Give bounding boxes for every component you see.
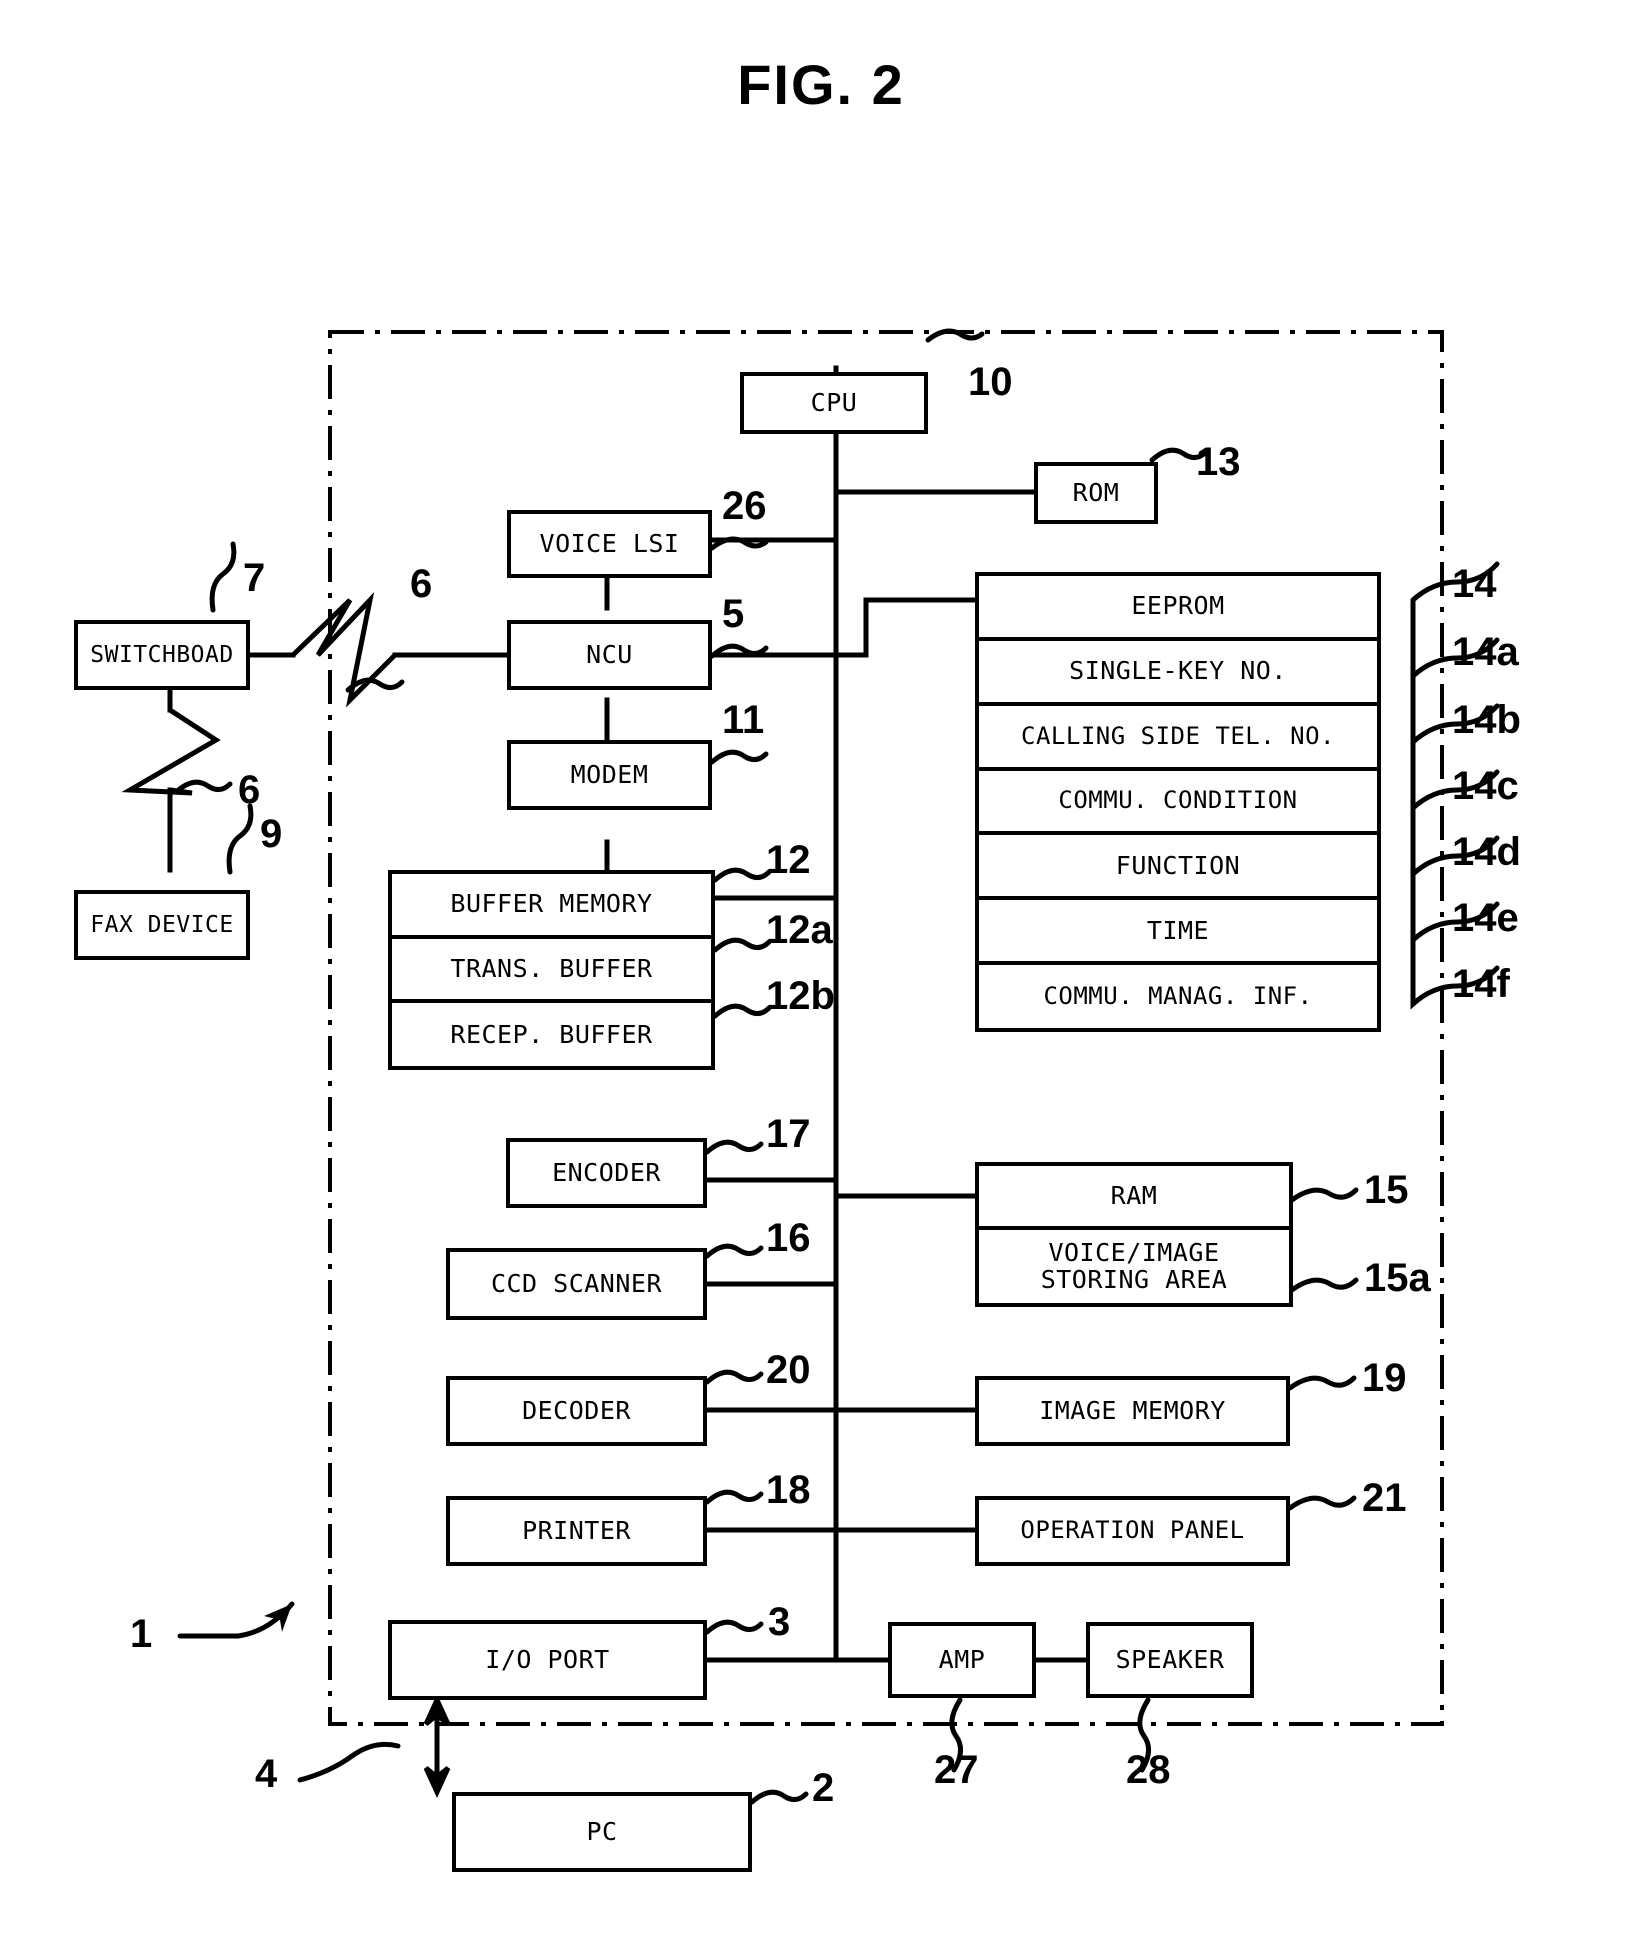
block-image-memory[interactable]: IMAGE MEMORY <box>975 1376 1290 1446</box>
cell-eeprom-label: EEPROM <box>1131 591 1225 621</box>
ref-6-lower: 6 <box>238 768 261 812</box>
block-cpu-label: CPU <box>810 387 858 417</box>
block-encoder[interactable]: ENCODER <box>506 1138 707 1208</box>
ref-6-upper: 6 <box>410 562 433 606</box>
block-rom-label: ROM <box>1072 477 1120 507</box>
block-ncu[interactable]: NCU <box>507 620 712 690</box>
block-ccd-scanner-label: CCD SCANNER <box>490 1268 663 1298</box>
ref-12a: 12a <box>766 908 833 952</box>
block-ccd-scanner[interactable]: CCD SCANNER <box>446 1248 707 1320</box>
ref-14a: 14a <box>1452 630 1519 674</box>
ref-14d: 14d <box>1452 830 1521 874</box>
ref-11: 11 <box>722 698 765 742</box>
block-io-port[interactable]: I/O PORT <box>388 1620 707 1700</box>
cell-recep-buffer-label: RECEP. BUFFER <box>450 1019 653 1049</box>
block-io-port-label: I/O PORT <box>485 1644 610 1674</box>
cell-calling-side-tel-no-label: CALLING SIDE TEL. NO. <box>1021 721 1335 750</box>
cell-ram-label: RAM <box>1110 1180 1158 1210</box>
ref-10: 10 <box>968 360 1013 404</box>
cell-voice-image-storing-area: VOICE/IMAGE STORING AREA <box>979 1230 1289 1303</box>
ref-18: 18 <box>766 1468 811 1512</box>
ref-26: 26 <box>722 484 767 528</box>
ref-3: 3 <box>768 1600 791 1644</box>
block-amp-label: AMP <box>938 1644 986 1674</box>
ref-12: 12 <box>766 838 811 882</box>
ref-14c: 14c <box>1452 764 1519 808</box>
block-pc-label: PC <box>586 1816 618 1846</box>
cell-single-key-no: SINGLE-KEY NO. <box>979 640 1377 706</box>
block-fax-device[interactable]: FAX DEVICE <box>74 890 250 960</box>
cell-commu-condition-label: COMMU. CONDITION <box>1058 786 1298 815</box>
ref-2: 2 <box>812 1766 835 1810</box>
cell-time: TIME <box>979 900 1377 966</box>
block-fax-device-label: FAX DEVICE <box>90 911 234 938</box>
ref-15: 15 <box>1364 1168 1409 1212</box>
block-voice-lsi-label: VOICE LSI <box>539 528 680 558</box>
stack-buffer-memory: BUFFER MEMORY TRANS. BUFFER RECEP. BUFFE… <box>388 870 715 1070</box>
ref-14e: 14e <box>1452 896 1519 940</box>
block-voice-lsi[interactable]: VOICE LSI <box>507 510 712 578</box>
block-operation-panel[interactable]: OPERATION PANEL <box>975 1496 1290 1566</box>
stack-eeprom: EEPROM SINGLE-KEY NO. CALLING SIDE TEL. … <box>975 572 1381 1032</box>
figure-title: FIG. 2 <box>737 53 905 116</box>
cell-trans-buffer: TRANS. BUFFER <box>392 938 711 1004</box>
ref-17: 17 <box>766 1112 811 1156</box>
block-speaker-label: SPEAKER <box>1115 1644 1225 1674</box>
block-rom[interactable]: ROM <box>1034 462 1158 524</box>
block-amp[interactable]: AMP <box>888 1622 1036 1698</box>
block-modem[interactable]: MODEM <box>507 740 712 810</box>
block-image-memory-label: IMAGE MEMORY <box>1039 1395 1226 1425</box>
ref-4: 4 <box>255 1752 278 1796</box>
block-operation-panel-label: OPERATION PANEL <box>1020 1516 1245 1545</box>
ref-14b: 14b <box>1452 698 1521 742</box>
cell-recep-buffer: RECEP. BUFFER <box>392 1003 711 1067</box>
ref-21: 21 <box>1362 1476 1407 1520</box>
stack-ram: RAM VOICE/IMAGE STORING AREA <box>975 1162 1293 1307</box>
block-speaker[interactable]: SPEAKER <box>1086 1622 1254 1698</box>
cell-time-label: TIME <box>1146 915 1210 945</box>
ref-20: 20 <box>766 1348 811 1392</box>
ref-13: 13 <box>1196 440 1241 484</box>
cell-calling-side-tel-no: CALLING SIDE TEL. NO. <box>979 705 1377 771</box>
ref-15a: 15a <box>1364 1256 1431 1300</box>
block-switchboard[interactable]: SWITCHBOAD <box>74 620 250 690</box>
cell-commu-manag-inf: COMMU. MANAG. INF. <box>979 965 1377 1028</box>
block-cpu[interactable]: CPU <box>740 372 928 434</box>
ref-9: 9 <box>260 812 283 856</box>
ref-27: 27 <box>934 1748 979 1792</box>
cell-eeprom: EEPROM <box>979 576 1377 641</box>
block-decoder[interactable]: DECODER <box>446 1376 707 1446</box>
block-printer-label: PRINTER <box>522 1515 631 1545</box>
block-decoder-label: DECODER <box>522 1395 631 1425</box>
cell-voice-image-storing-area-label: VOICE/IMAGE STORING AREA <box>1040 1238 1228 1294</box>
cell-ram: RAM <box>979 1166 1289 1231</box>
cell-commu-manag-inf-label: COMMU. MANAG. INF. <box>1043 981 1313 1010</box>
ref-14: 14 <box>1452 562 1497 606</box>
ref-28: 28 <box>1126 1748 1171 1792</box>
block-modem-label: MODEM <box>570 759 649 789</box>
ref-16: 16 <box>766 1216 811 1260</box>
cell-function-label: FUNCTION <box>1115 850 1241 880</box>
ref-5: 5 <box>722 592 745 636</box>
block-printer[interactable]: PRINTER <box>446 1496 707 1566</box>
cell-single-key-no-label: SINGLE-KEY NO. <box>1069 656 1287 686</box>
cell-trans-buffer-label: TRANS. BUFFER <box>450 953 653 983</box>
cell-buffer-memory-label: BUFFER MEMORY <box>450 889 653 919</box>
cell-function: FUNCTION <box>979 835 1377 901</box>
cell-commu-condition: COMMU. CONDITION <box>979 770 1377 836</box>
ref-7: 7 <box>243 556 266 600</box>
block-pc[interactable]: PC <box>452 1792 752 1872</box>
ref-1: 1 <box>130 1612 153 1656</box>
ref-19: 19 <box>1362 1356 1407 1400</box>
cell-buffer-memory: BUFFER MEMORY <box>392 874 711 939</box>
block-encoder-label: ENCODER <box>552 1157 661 1187</box>
block-switchboard-label: SWITCHBOAD <box>90 641 234 668</box>
ref-12b: 12b <box>766 974 835 1018</box>
ref-14f: 14f <box>1452 962 1510 1006</box>
block-ncu-label: NCU <box>586 639 633 669</box>
